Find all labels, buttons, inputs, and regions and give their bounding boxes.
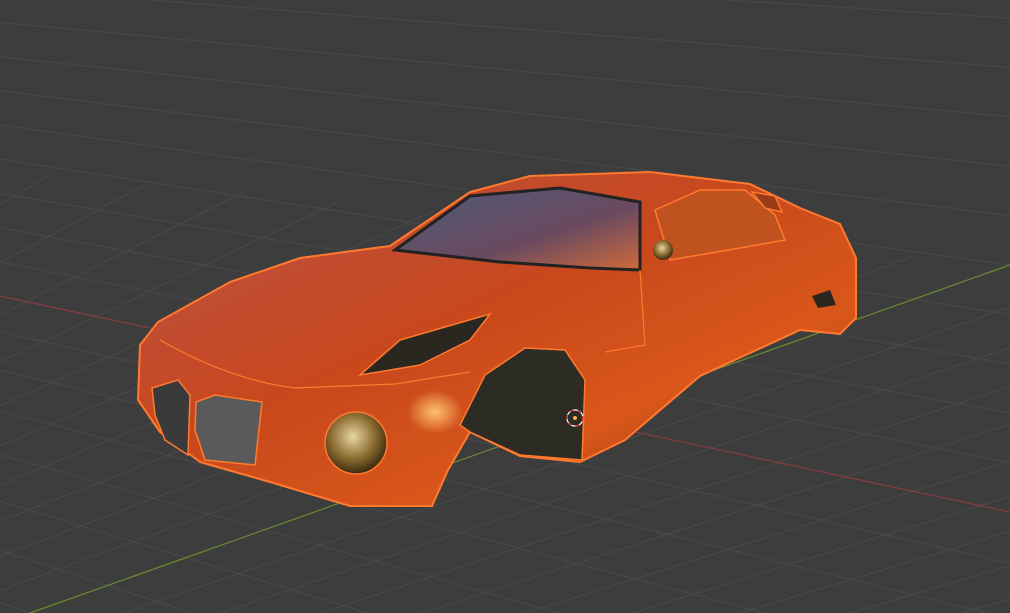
grid-line xyxy=(961,598,1010,613)
3d-viewport[interactable] xyxy=(0,0,1010,613)
viewport-canvas[interactable] xyxy=(0,0,1010,613)
grid-line xyxy=(632,496,1010,613)
grid-line xyxy=(0,183,147,264)
grille-left xyxy=(151,379,191,457)
grid-line xyxy=(0,174,51,205)
grille-right xyxy=(194,394,263,466)
grid-line xyxy=(740,530,1010,613)
grid-line xyxy=(0,21,1010,118)
grid-line xyxy=(422,423,1010,613)
side-mirror xyxy=(653,240,673,260)
grid-line xyxy=(0,549,193,613)
grid-line xyxy=(0,56,1010,167)
body-highlight xyxy=(407,390,463,434)
grid-line xyxy=(0,601,31,613)
grid-line xyxy=(526,460,1010,613)
headlight xyxy=(324,411,388,475)
grid-line xyxy=(0,500,368,613)
grid-line xyxy=(725,0,1010,19)
